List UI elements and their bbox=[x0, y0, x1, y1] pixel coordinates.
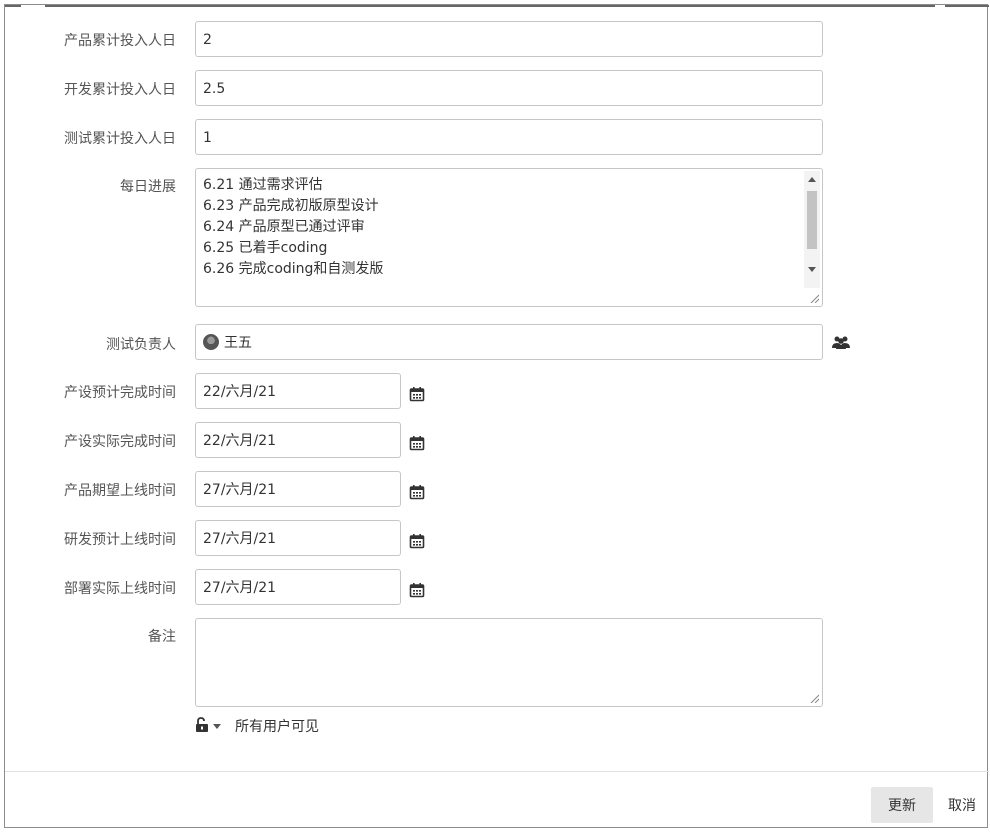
progress-line: 6.21 通过需求评估 bbox=[203, 177, 323, 193]
design-planned-label: 产设预计完成时间 bbox=[64, 385, 176, 401]
dev-launch-date-input[interactable]: 27/六月/21 bbox=[195, 520, 401, 556]
progress-line: 6.25 已着手coding bbox=[203, 240, 328, 256]
test-owner-label: 测试负责人 bbox=[106, 337, 176, 353]
avatar bbox=[203, 334, 219, 350]
calendar-icon[interactable] bbox=[409, 582, 425, 598]
dev-days-label: 开发累计投入人日 bbox=[64, 82, 176, 98]
product-launch-date-input[interactable]: 27/六月/21 bbox=[195, 471, 401, 507]
test-owner-picker[interactable]: 王五 bbox=[195, 324, 823, 360]
design-actual-label: 产设实际完成时间 bbox=[64, 434, 176, 450]
product-days-input[interactable]: 2 bbox=[195, 21, 823, 57]
deploy-actual-date-input[interactable]: 27/六月/21 bbox=[195, 569, 401, 605]
daily-progress-textarea[interactable]: 6.21 通过需求评估 6.23 产品完成初版原型设计 6.24 产品原型已通过… bbox=[195, 168, 823, 307]
remarks-textarea[interactable] bbox=[195, 618, 823, 707]
remarks-label: 备注 bbox=[148, 629, 176, 645]
textarea-scrollbar[interactable] bbox=[804, 171, 820, 288]
progress-line: 6.26 完成coding和自测发版 bbox=[203, 261, 384, 277]
cancel-button[interactable]: 取消 bbox=[937, 787, 987, 823]
unlock-icon[interactable] bbox=[195, 717, 209, 733]
calendar-icon[interactable] bbox=[409, 484, 425, 500]
deploy-actual-label: 部署实际上线时间 bbox=[64, 581, 176, 597]
test-owner-value: 王五 bbox=[224, 335, 252, 351]
product-days-label: 产品累计投入人日 bbox=[64, 33, 176, 49]
test-days-input[interactable]: 1 bbox=[195, 119, 823, 155]
chevron-down-icon[interactable] bbox=[213, 724, 221, 729]
progress-line: 6.23 产品完成初版原型设计 bbox=[203, 198, 379, 214]
dev-days-input[interactable]: 2.5 bbox=[195, 70, 823, 106]
product-launch-label: 产品期望上线时间 bbox=[64, 483, 176, 499]
daily-progress-label: 每日进展 bbox=[120, 179, 176, 195]
daily-progress-content: 6.21 通过需求评估 6.23 产品完成初版原型设计 6.24 产品原型已通过… bbox=[203, 175, 383, 280]
calendar-icon[interactable] bbox=[409, 386, 425, 402]
design-planned-date-input[interactable]: 22/六月/21 bbox=[195, 373, 401, 409]
update-button[interactable]: 更新 bbox=[871, 787, 933, 823]
design-actual-date-input[interactable]: 22/六月/21 bbox=[195, 422, 401, 458]
scroll-up-arrow-icon[interactable] bbox=[808, 177, 816, 182]
visibility-label: 所有用户可见 bbox=[235, 719, 319, 735]
issue-edit-dialog: 产品累计投入人日 2 开发累计投入人日 2.5 测试累计投入人日 1 每日进展 … bbox=[4, 4, 989, 828]
calendar-icon[interactable] bbox=[409, 533, 425, 549]
calendar-icon[interactable] bbox=[409, 435, 425, 451]
resize-handle-icon[interactable] bbox=[809, 293, 819, 303]
progress-line: 6.24 产品原型已通过评审 bbox=[203, 219, 365, 235]
scroll-thumb[interactable] bbox=[807, 191, 817, 249]
scroll-down-arrow-icon[interactable] bbox=[808, 267, 816, 272]
footer-divider bbox=[5, 771, 989, 772]
visibility-selector[interactable]: 所有用户可见 bbox=[195, 717, 319, 737]
test-days-label: 测试累计投入人日 bbox=[64, 131, 176, 147]
top-border bbox=[5, 5, 989, 8]
resize-handle-icon[interactable] bbox=[809, 693, 819, 703]
dev-launch-label: 研发预计上线时间 bbox=[64, 532, 176, 548]
user-group-icon[interactable] bbox=[831, 335, 851, 349]
